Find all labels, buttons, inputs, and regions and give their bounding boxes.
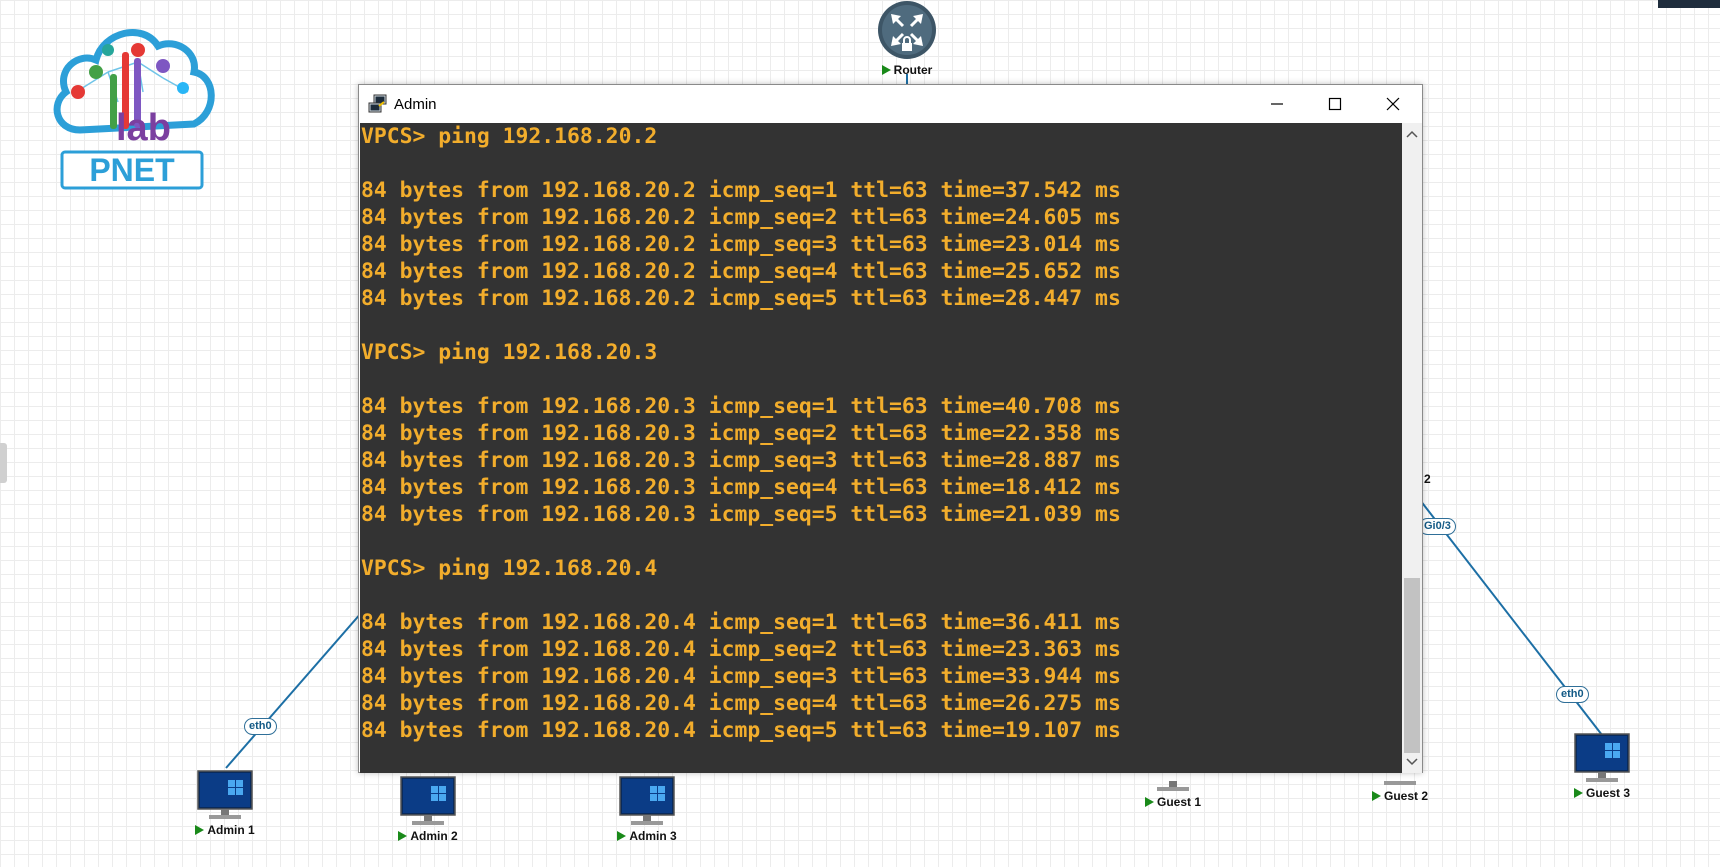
pc-icon [619, 776, 675, 825]
terminal-line: 84 bytes from 192.168.20.3 icmp_seq=4 tt… [361, 475, 1121, 500]
pc-icon [1574, 733, 1630, 782]
node-guest3[interactable]: Guest 3 [1567, 733, 1637, 802]
link-admin1 [225, 611, 363, 769]
node-admin2-label: Admin 2 [410, 829, 458, 843]
terminal-output[interactable]: VPCS> ping 192.168.20.2 84 bytes from 192… [360, 123, 1403, 773]
node-admin3[interactable]: Admin 3 [612, 776, 682, 845]
close-button[interactable] [1364, 85, 1422, 123]
pc-icon [400, 776, 456, 825]
terminal-line: 84 bytes from 192.168.20.2 icmp_seq=5 tt… [361, 286, 1121, 311]
scroll-thumb[interactable] [1404, 578, 1420, 753]
terminal-line: 84 bytes from 192.168.20.4 icmp_seq=4 tt… [361, 691, 1121, 716]
terminal-line: 84 bytes from 192.168.20.2 icmp_seq=1 tt… [361, 178, 1121, 203]
node-admin2[interactable]: Admin 2 [393, 776, 463, 845]
terminal-line: 84 bytes from 192.168.20.3 icmp_seq=5 tt… [361, 502, 1121, 527]
scroll-up-button[interactable] [1402, 125, 1422, 143]
node-guest1[interactable]: Guest 1 [1138, 772, 1208, 811]
node-guest1-label: Guest 1 [1156, 795, 1201, 809]
terminal-line: 84 bytes from 192.168.20.2 icmp_seq=2 tt… [361, 205, 1121, 230]
node-guest2[interactable]: Guest 2 [1365, 776, 1435, 805]
play-icon [195, 825, 205, 835]
terminal-line: 84 bytes from 192.168.20.4 icmp_seq=3 tt… [361, 664, 1121, 689]
minimize-button[interactable] [1248, 85, 1306, 123]
terminal-scrollbar[interactable] [1402, 123, 1422, 773]
terminal-line: 84 bytes from 192.168.20.2 icmp_seq=4 tt… [361, 259, 1121, 284]
pc-icon [197, 770, 253, 819]
node-guest2-label: Guest 2 [1383, 789, 1428, 803]
window-controls [1248, 85, 1422, 123]
play-icon [1371, 791, 1381, 801]
play-icon [617, 831, 627, 841]
side-panel-handle[interactable] [0, 443, 7, 483]
corner-toolbar-tab[interactable] [1658, 0, 1720, 8]
iface-admin1-eth0: eth0 [244, 718, 277, 735]
node-admin1[interactable]: Admin 1 [190, 770, 260, 839]
window-title: Admin [394, 95, 437, 113]
router-icon [878, 1, 936, 59]
close-icon [1386, 97, 1400, 111]
node-admin3-label: Admin 3 [629, 829, 677, 843]
terminal-line: 84 bytes from 192.168.20.2 icmp_seq=3 tt… [361, 232, 1121, 257]
logo-text: PNET [89, 152, 175, 188]
window-titlebar[interactable]: Admin [359, 85, 1422, 123]
node-admin1-label: Admin 1 [207, 823, 255, 837]
maximize-button[interactable] [1306, 85, 1364, 123]
play-icon [1144, 797, 1154, 807]
terminal-line: 84 bytes from 192.168.20.3 icmp_seq=2 tt… [361, 421, 1121, 446]
node-guest3-label: Guest 3 [1585, 786, 1630, 800]
iface-switch-gi0-3: Gi0/3 [1419, 518, 1456, 535]
terminal-line: 84 bytes from 192.168.20.4 icmp_seq=2 tt… [361, 637, 1121, 662]
play-icon [881, 65, 891, 75]
pc-icon [1157, 781, 1189, 791]
terminal-lines: VPCS> ping 192.168.20.2 84 bytes from 192… [360, 123, 1403, 744]
node-router[interactable]: Router [870, 0, 944, 79]
pc-icon [1384, 781, 1416, 785]
terminal-line: 84 bytes from 192.168.20.3 icmp_seq=3 tt… [361, 448, 1121, 473]
minimize-icon [1271, 103, 1283, 105]
putty-icon [368, 94, 387, 113]
terminal-line: VPCS> ping 192.168.20.2 [361, 124, 658, 149]
node-router-label: Router [893, 63, 933, 77]
pnet-logo: lab PNET [53, 29, 215, 190]
chevron-up-icon [1406, 130, 1418, 138]
terminal-line: VPCS> ping 192.168.20.4 [361, 556, 658, 581]
terminal-line: 84 bytes from 192.168.20.3 icmp_seq=1 tt… [361, 394, 1121, 419]
logo-lab-text: lab [116, 107, 171, 149]
maximize-icon [1328, 97, 1342, 111]
play-icon [398, 831, 408, 841]
terminal-window[interactable]: Admin VPCS> ping 192.168.20.2 84 bytes fr… [358, 84, 1423, 773]
terminal-line: 84 bytes from 192.168.20.4 icmp_seq=1 tt… [361, 610, 1121, 635]
chevron-down-icon [1406, 758, 1418, 766]
iface-switch-partial: 2 [1424, 472, 1431, 486]
play-icon [1573, 788, 1583, 798]
terminal-line: 84 bytes from 192.168.20.4 icmp_seq=5 tt… [361, 718, 1121, 743]
iface-guest3-eth0: eth0 [1556, 686, 1589, 703]
scroll-down-button[interactable] [1402, 753, 1422, 771]
terminal-line: VPCS> ping 192.168.20.3 [361, 340, 658, 365]
